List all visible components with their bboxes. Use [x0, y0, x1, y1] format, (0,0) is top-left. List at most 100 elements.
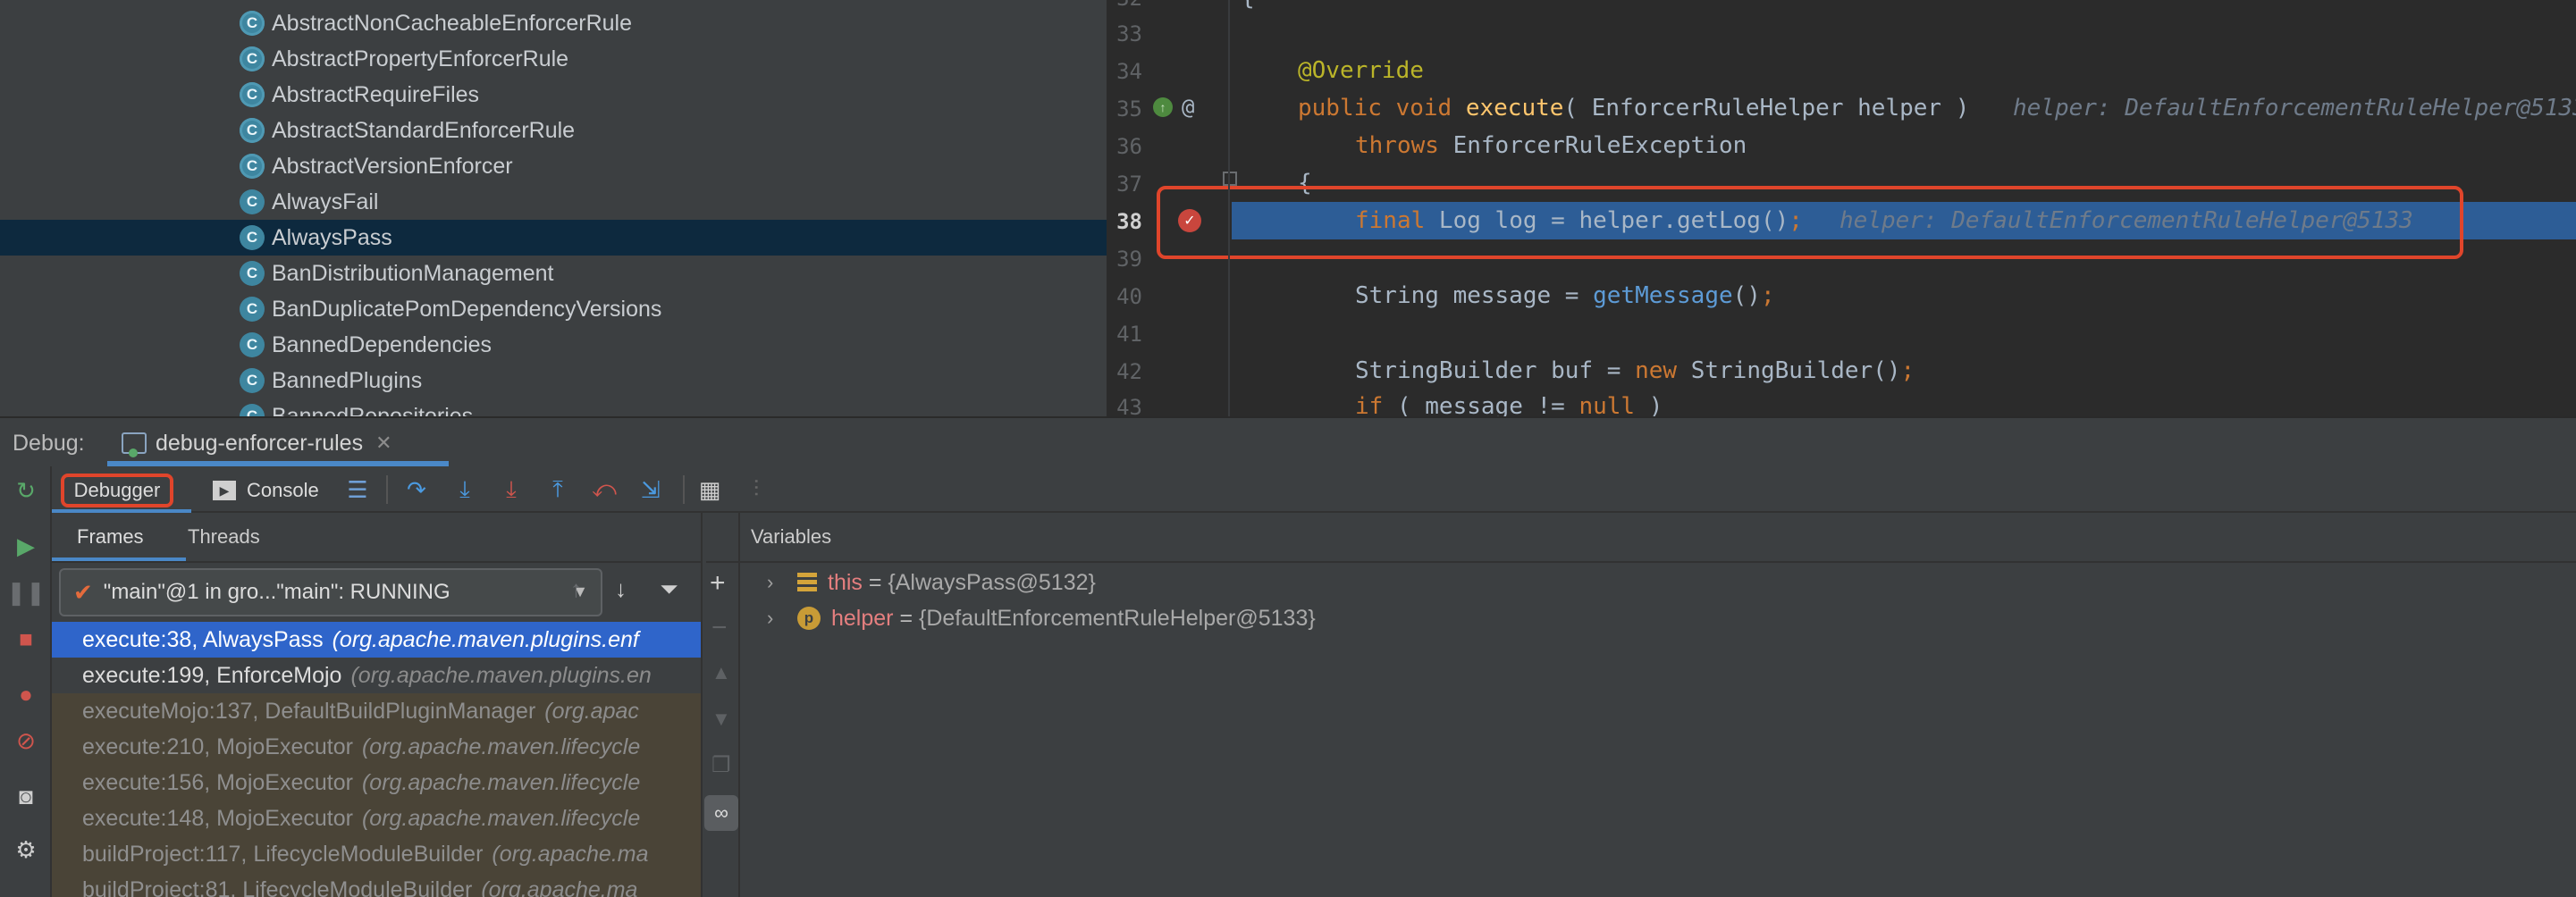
variable-row-this[interactable]: › this = {AlwaysPass@5132}	[767, 565, 1096, 600]
view-breakpoints-icon[interactable]: ●	[13, 681, 39, 708]
camera-icon[interactable]: ◙	[13, 783, 39, 809]
stack-frame[interactable]: buildProject:81, LifecycleModuleBuilder …	[52, 872, 701, 897]
tree-item-abstract-require-files[interactable]: C AbstractRequireFiles	[0, 77, 1107, 113]
line-number: 34	[1116, 59, 1142, 84]
copy-icon[interactable]: ❐	[711, 752, 731, 778]
tree-item-always-pass[interactable]: C AlwaysPass	[0, 220, 1107, 256]
line-number: 35	[1116, 96, 1142, 122]
class-icon: C	[240, 404, 265, 416]
tree-item-banned-plugins[interactable]: C BannedPlugins	[0, 363, 1107, 398]
tree-item-abstract-standard-enforcer-rule[interactable]: C AbstractStandardEnforcerRule	[0, 113, 1107, 148]
abstract-class-icon: C	[240, 118, 265, 143]
variables-title: Variables	[751, 525, 832, 548]
watches-glasses-icon[interactable]: ∞	[704, 795, 738, 831]
frame-method: execute:156, MojoExecutor	[82, 769, 353, 795]
stop-icon[interactable]: ■	[13, 625, 39, 652]
step-into-icon[interactable]: ⤓	[450, 475, 479, 504]
resume-icon[interactable]: ▶	[13, 532, 39, 559]
evaluate-expression-icon[interactable]: ▦	[695, 475, 724, 504]
debug-toolbar: Debugger ▶ Console ☰ ↷ ⤓ ⤓ ⤒ ⤺ ⇲ ▦ ⫶	[0, 466, 2576, 513]
code-line: 35 ↑ @ public void execute( EnforcerRule…	[1107, 91, 2576, 129]
code-editor[interactable]: 32 { 33 34 @Override 35 ↑ @ public void …	[1107, 0, 2576, 416]
variable-name: this	[828, 569, 863, 595]
abstract-class-icon: C	[240, 11, 265, 36]
step-out-icon[interactable]: ⤒	[543, 475, 572, 504]
tree-item-ban-duplicate-pom-dependency-versions[interactable]: C BanDuplicatePomDependencyVersions	[0, 291, 1107, 327]
force-step-into-icon[interactable]: ⤓	[497, 475, 526, 504]
previous-frame-icon[interactable]: ↑	[570, 575, 582, 603]
debug-actions-strip: ↻ ▶ ❚❚ ■ ● ⊘ ◙ ⚙	[0, 466, 52, 897]
stack-frame[interactable]: execute:38, AlwaysPass (org.apache.maven…	[52, 622, 701, 658]
tab-threads[interactable]: Threads	[188, 525, 260, 549]
tree-item-abstract-property-enforcer-rule[interactable]: C AbstractPropertyEnforcerRule	[0, 41, 1107, 77]
parameter-icon: p	[797, 607, 821, 630]
code-text: String message = getMessage();	[1355, 282, 1775, 309]
tree-item-always-fail[interactable]: C AlwaysFail	[0, 184, 1107, 220]
tree-item-abstract-version-enforcer[interactable]: C AbstractVersionEnforcer	[0, 148, 1107, 184]
next-frame-icon[interactable]: ↓	[615, 575, 627, 603]
stack-frame[interactable]: executeMojo:137, DefaultBuildPluginManag…	[52, 693, 701, 729]
debug-config-icon	[122, 432, 147, 457]
abstract-class-icon: C	[240, 154, 265, 179]
frame-method: buildProject:117, LifecycleModuleBuilder	[82, 841, 484, 867]
frame-package: (org.apache.maven.lifecycle	[361, 769, 641, 795]
tree-item-label: BannedPlugins	[272, 367, 423, 393]
tree-item-ban-distribution-management[interactable]: C BanDistributionManagement	[0, 256, 1107, 291]
move-down-icon[interactable]: ▼	[711, 708, 731, 731]
remove-watch-icon[interactable]: −	[711, 613, 728, 643]
add-watch-icon[interactable]: +	[710, 568, 726, 599]
tree-item-label: AbstractStandardEnforcerRule	[272, 117, 576, 143]
tab-console[interactable]: ▶ Console	[213, 474, 319, 507]
code-line: 42 StringBuilder buf = new StringBuilder…	[1107, 354, 2576, 391]
stack-frame[interactable]: buildProject:117, LifecycleModuleBuilder…	[52, 836, 701, 872]
tree-item-abstract-non-cacheable-enforcer-rule[interactable]: C AbstractNonCacheableEnforcerRule	[0, 5, 1107, 41]
class-icon: C	[240, 189, 265, 214]
expand-arrow-icon[interactable]: ›	[767, 607, 797, 630]
variable-name: helper	[831, 605, 894, 631]
move-up-icon[interactable]: ▲	[711, 661, 731, 684]
tab-frames[interactable]: Frames	[77, 525, 144, 549]
stack-frame[interactable]: execute:210, MojoExecutor (org.apache.ma…	[52, 729, 701, 765]
tree-item-banned-repositories[interactable]: C BannedRepositories	[0, 398, 1107, 416]
frame-method: execute:38, AlwaysPass	[82, 626, 324, 652]
pause-icon[interactable]: ❚❚	[6, 579, 46, 606]
step-over-icon[interactable]: ↷	[402, 475, 431, 504]
variable-row-helper[interactable]: › p helper = {DefaultEnforcementRuleHelp…	[767, 600, 1316, 636]
check-icon: ✔	[73, 578, 93, 606]
code-line: 36 throws EnforcerRuleException	[1107, 129, 2576, 166]
code-line: 41	[1107, 316, 2576, 354]
tree-item-label: AbstractRequireFiles	[272, 81, 480, 107]
tree-item-label: AbstractVersionEnforcer	[272, 153, 513, 179]
run-to-cursor-icon[interactable]: ⇲	[636, 475, 665, 504]
trace-stream-icon[interactable]: ⫶	[742, 475, 770, 504]
tree-item-label: AlwaysFail	[272, 189, 379, 214]
drop-frame-icon[interactable]: ⤺	[590, 475, 619, 504]
code-line: 43 if ( message != null )	[1107, 391, 2576, 416]
tree-item-banned-dependencies[interactable]: C BannedDependencies	[0, 327, 1107, 363]
close-icon[interactable]: ✕	[375, 432, 391, 455]
tree-item-label: AlwaysPass	[272, 224, 392, 250]
abstract-class-icon: C	[240, 82, 265, 107]
abstract-class-icon: C	[240, 46, 265, 71]
frame-package: (org.apac	[544, 698, 639, 724]
tree-item-label: BannedRepositories	[272, 403, 474, 417]
stack-frame[interactable]: execute:156, MojoExecutor (org.apache.ma…	[52, 765, 701, 801]
mute-breakpoints-icon[interactable]: ⊘	[13, 727, 39, 754]
override-icon[interactable]: ↑	[1153, 97, 1173, 117]
class-icon: C	[240, 297, 265, 322]
tree-item-label: AbstractPropertyEnforcerRule	[272, 46, 569, 71]
tab-debugger[interactable]: Debugger	[61, 474, 173, 507]
thread-select[interactable]: ✔ "main"@1 in gro..."main": RUNNING ▼	[59, 568, 602, 616]
rerun-icon[interactable]: ↻	[13, 477, 39, 504]
expand-arrow-icon[interactable]: ›	[767, 571, 797, 594]
fold-icon[interactable]	[1223, 172, 1237, 186]
gutter-separator	[1228, 0, 1230, 416]
field-icon	[797, 573, 817, 592]
frame-package: (org.apache.ma	[481, 876, 638, 897]
filter-icon[interactable]: ⏷	[660, 575, 678, 604]
stack-frame[interactable]: execute:148, MojoExecutor (org.apache.ma…	[52, 801, 701, 836]
gear-icon[interactable]: ⚙	[13, 836, 39, 863]
line-number: 39	[1116, 247, 1142, 272]
threads-layout-icon[interactable]: ☰	[343, 475, 372, 504]
stack-frame[interactable]: execute:199, EnforceMojo (org.apache.mav…	[52, 658, 701, 693]
